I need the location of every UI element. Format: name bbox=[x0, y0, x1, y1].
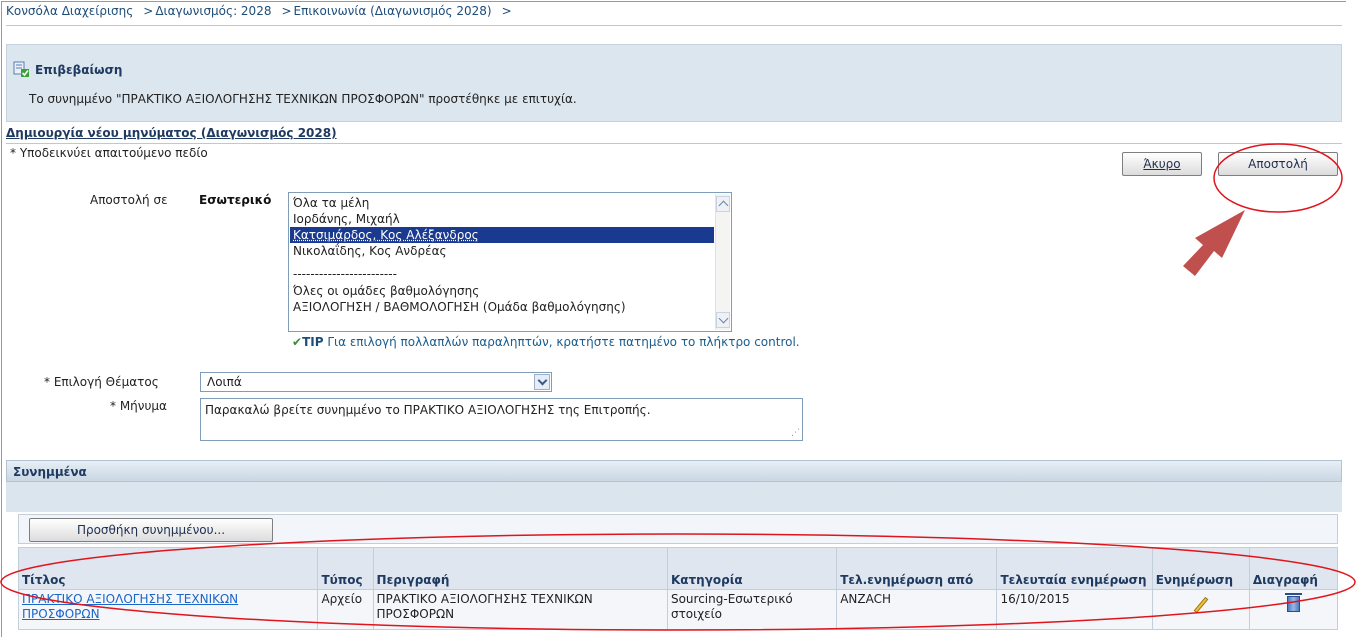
resize-grip-icon[interactable]: ⋰ bbox=[791, 428, 800, 438]
cell-title: ΠΡΑΚΤΙΚΟ ΑΞΙΟΛΟΓΗΣΗΣ ΤΕΧΝΙΚΩΝ ΠΡΟΣΦΟΡΩΝ bbox=[17, 589, 319, 630]
column-header-title: Τίτλος bbox=[17, 547, 319, 590]
breadcrumb-separator: > bbox=[501, 4, 512, 18]
scroll-up-icon[interactable] bbox=[716, 196, 730, 212]
subject-select[interactable]: Λοιπά bbox=[200, 372, 552, 392]
column-header-description: Περιγραφή bbox=[372, 547, 668, 590]
table-header-row: Τίτλος Τύπος Περιγραφή Κατηγορία Τελ.ενη… bbox=[17, 547, 1339, 590]
cell-category: Sourcing-Εσωτερικό στοιχείο bbox=[666, 589, 838, 630]
send-button[interactable]: Αποστολή bbox=[1218, 152, 1338, 176]
column-header-last-updated: Τελευταία ενημέρωση bbox=[996, 547, 1153, 590]
breadcrumb: Κονσόλα Διαχείρισης > Διαγωνισμός: 2028 > Επ… bbox=[6, 4, 1342, 26]
confirmation-message: Το συνημμένο "ΠΡΑΚΤΙΚΟ ΑΞΙΟΛΟΓΗΣΗΣ ΤΕΧΝΙ… bbox=[29, 92, 577, 106]
add-attachment-button[interactable]: Προσθήκη συνημμένου... bbox=[29, 518, 273, 542]
required-field-hint: * Υποδεικνύει απαιτούμενο πεδίο bbox=[10, 146, 208, 160]
attachment-title-link[interactable]: ΠΡΑΚΤΙΚΟ ΑΞΙΟΛΟΓΗΣΗΣ ΤΕΧΝΙΚΩΝ ΠΡΟΣΦΟΡΩΝ bbox=[22, 592, 238, 621]
trash-icon[interactable] bbox=[1284, 593, 1302, 612]
column-header-category: Κατηγορία bbox=[666, 547, 838, 590]
message-textarea[interactable]: Παρακαλώ βρείτε συνημμένο το ΠΡΑΚΤΙΚΟ ΑΞ… bbox=[200, 398, 803, 441]
send-to-label: Αποστολή σε bbox=[90, 193, 168, 207]
column-header-updated-by: Τελ.ενημέρωση από bbox=[836, 547, 998, 590]
column-header-delete: Διαγραφή bbox=[1248, 547, 1339, 590]
cell-description: ΠΡΑΚΤΙΚΟ ΑΞΙΟΛΟΓΗΣΗΣ ΤΕΧΝΙΚΩΝ ΠΡΟΣΦΟΡΩΝ bbox=[372, 589, 668, 630]
cell-update bbox=[1151, 589, 1250, 630]
attachments-header: Συνημμένα bbox=[6, 460, 1342, 482]
confirm-check-icon bbox=[13, 61, 29, 77]
scroll-down-icon[interactable] bbox=[716, 312, 730, 328]
breadcrumb-console[interactable]: Κονσόλα Διαχείρισης bbox=[6, 4, 133, 18]
subject-label: * Επιλογή Θέματος bbox=[44, 375, 159, 389]
recipient-option[interactable]: Όλα τα μέλη bbox=[293, 195, 369, 211]
subject-value: Λοιπά bbox=[207, 375, 242, 389]
recipient-option[interactable]: Ιορδάνης, Μιχαήλ bbox=[293, 211, 400, 227]
recipient-option[interactable]: Όλες οι ομάδες βαθμολόγησης bbox=[293, 283, 479, 299]
breadcrumb-separator: > bbox=[143, 4, 154, 18]
page-title: Δημιουργία νέου μηνύματος (Διαγωνισμός 2… bbox=[6, 124, 1342, 144]
recipient-option-selected[interactable]: Κατσιμάρδος, Κος Αλέξανδρος bbox=[290, 227, 714, 243]
attachments-band bbox=[6, 482, 1342, 512]
pencil-icon[interactable] bbox=[1193, 596, 1209, 614]
internal-label: Εσωτερικό bbox=[199, 193, 272, 207]
tip-check-icon: ✔ bbox=[292, 335, 303, 349]
message-label: * Μήνυμα bbox=[110, 399, 167, 413]
cell-delete bbox=[1248, 589, 1339, 630]
tip-label: TIP bbox=[302, 335, 324, 349]
breadcrumb-communication[interactable]: Επικοινωνία (Διαγωνισμός 2028) bbox=[294, 4, 492, 18]
recipient-separator: ------------------------ bbox=[293, 267, 397, 281]
message-text: Παρακαλώ βρείτε συνημμένο το ΠΡΑΚΤΙΚΟ ΑΞ… bbox=[205, 403, 651, 417]
column-header-type: Τύπος bbox=[317, 547, 374, 590]
cell-updated-by: ANZACH bbox=[836, 589, 998, 630]
tip-note: ✔TIP Για επιλογή πολλαπλών παραληπτών, κ… bbox=[292, 335, 812, 349]
cell-last-updated: 16/10/2015 bbox=[996, 589, 1153, 630]
attachments-toolbar: Προσθήκη συνημμένου... bbox=[18, 514, 1338, 544]
column-header-update: Ενημέρωση bbox=[1151, 547, 1250, 590]
recipients-listbox[interactable]: Όλα τα μέλη Ιορδάνης, Μιχαήλ Κατσιμάρδος… bbox=[288, 192, 732, 332]
listbox-scrollbar[interactable] bbox=[715, 194, 730, 330]
chevron-down-icon[interactable] bbox=[534, 374, 550, 390]
tip-text: Για επιλογή πολλαπλών παραληπτών, κρατήσ… bbox=[327, 335, 800, 349]
confirmation-box: Επιβεβαίωση Το συνημμένο "ΠΡΑΚΤΙΚΟ ΑΞΙΟΛ… bbox=[6, 44, 1342, 122]
cell-type: Αρχείο bbox=[317, 589, 374, 630]
recipient-option[interactable]: Νικολαΐδης, Κος Ανδρέας bbox=[293, 243, 447, 259]
table-row: ΠΡΑΚΤΙΚΟ ΑΞΙΟΛΟΓΗΣΗΣ ΤΕΧΝΙΚΩΝ ΠΡΟΣΦΟΡΩΝ … bbox=[17, 589, 1339, 630]
attachments-table: Τίτλος Τύπος Περιγραφή Κατηγορία Τελ.ενη… bbox=[17, 547, 1339, 630]
recipient-option[interactable]: ΑΞΙΟΛΟΓΗΣΗ / ΒΑΘΜΟΛΟΓΗΣΗ (Ομάδα βαθμολόγ… bbox=[293, 299, 626, 315]
cancel-button[interactable]: Άκυρο bbox=[1122, 152, 1202, 176]
confirmation-title: Επιβεβαίωση bbox=[35, 63, 123, 77]
breadcrumb-separator: > bbox=[281, 4, 292, 18]
breadcrumb-competition[interactable]: Διαγωνισμός: 2028 bbox=[155, 4, 271, 18]
